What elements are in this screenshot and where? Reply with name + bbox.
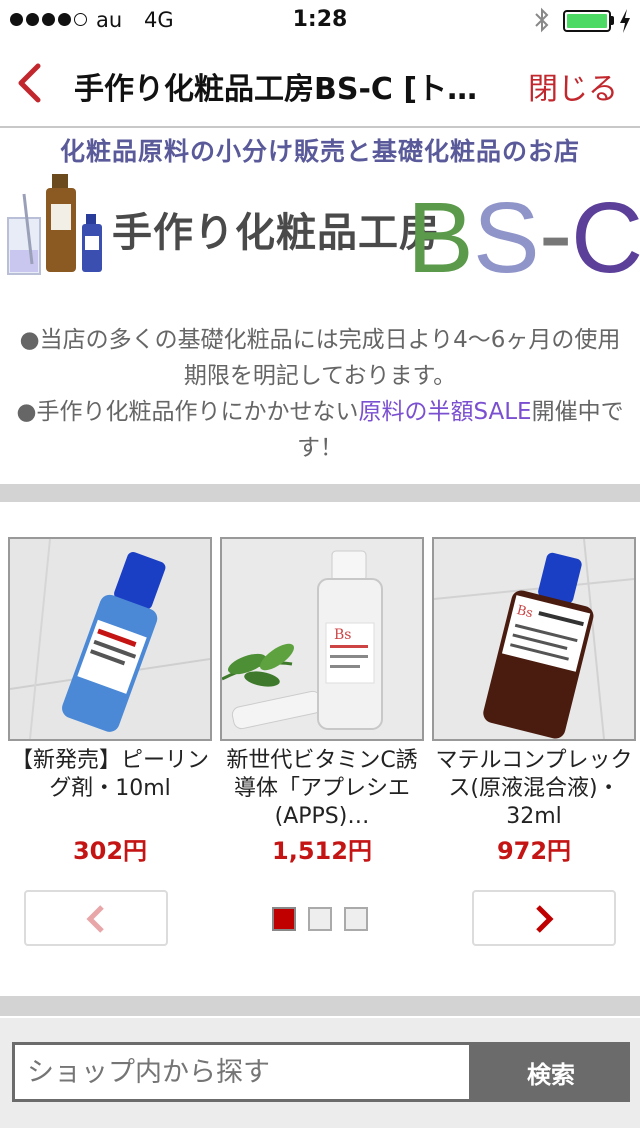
page-dot[interactable] [308, 907, 332, 931]
battery-icon [563, 10, 611, 32]
product-image[interactable]: Bs [220, 537, 424, 741]
status-bar: au 4G 1:28 [0, 0, 640, 40]
shop-notice: ●当店の多くの基礎化粧品には完成日より4〜6ヶ月の使用期限を明記しております。 … [10, 322, 630, 466]
product-card[interactable]: Bs 新世代ビタミンC誘導体「アプレシエ(APPS)… 1,512円 [220, 537, 424, 866]
bluetooth-icon [535, 7, 549, 33]
back-button[interactable] [14, 62, 44, 104]
section-divider [0, 996, 640, 1016]
product-image[interactable]: Bs [432, 537, 636, 741]
page-dot[interactable] [272, 907, 296, 931]
carousel-prev-button[interactable] [24, 890, 168, 946]
charging-icon [620, 9, 630, 33]
logo-letter: B [407, 182, 474, 282]
product-name[interactable]: 新世代ビタミンC誘導体「アプレシエ(APPS)… [220, 747, 424, 831]
product-price: 972円 [496, 837, 572, 865]
carousel-next-button[interactable] [472, 890, 616, 946]
search-input[interactable] [12, 1042, 472, 1102]
page-title: 手作り化粧品工房BS-C [ト… [74, 72, 478, 107]
sale-link[interactable]: 原料の半額SALE [358, 399, 531, 425]
shop-search: 検索 [0, 1018, 640, 1128]
search-button[interactable]: 検索 [472, 1042, 630, 1102]
svg-text:Bs: Bs [334, 627, 351, 643]
bsc-logo: B S - C [407, 178, 640, 282]
chevron-right-icon [536, 905, 554, 933]
section-divider [0, 484, 640, 502]
logo-letter: S [473, 182, 540, 282]
product-card[interactable]: Bs マテルコンプレックス(原液混合液)・32ml 972円 [432, 537, 636, 866]
product-image[interactable] [8, 537, 212, 741]
chevron-left-icon [86, 905, 104, 933]
page-dot[interactable] [344, 907, 368, 931]
product-name[interactable]: マテルコンプレックス(原液混合液)・32ml [432, 747, 636, 831]
product-name[interactable]: 【新発売】ピーリング剤・10ml [8, 747, 212, 831]
banner-tagline: 化粧品原料の小分け販売と基礎化粧品のお店 [59, 137, 580, 166]
close-button[interactable]: 閉じる [528, 64, 618, 108]
logo-letter: - [539, 178, 572, 282]
logo-letter: C [571, 182, 640, 282]
bottles-illustration-icon [7, 174, 102, 275]
navigation-bar: 手作り化粧品工房BS-C [ト… 閉じる [0, 40, 640, 128]
product-card[interactable]: 【新発売】ピーリング剤・10ml 302円 [8, 537, 212, 866]
shop-banner[interactable]: 化粧品原料の小分け販売と基礎化粧品のお店 手作り化粧品工房 B S - C [0, 130, 640, 282]
product-price: 302円 [72, 837, 148, 865]
banner-shop-name: 手作り化粧品工房 [112, 210, 440, 256]
product-price: 1,512円 [272, 837, 372, 865]
notice-line-expiry: ●当店の多くの基礎化粧品には完成日より4〜6ヶ月の使用期限を明記しております。 [19, 327, 621, 389]
notice-line-sale: ●手作り化粧品作りにかかせない原料の半額SALE開催中です！ [16, 399, 624, 461]
carousel-page-indicator [272, 907, 368, 931]
